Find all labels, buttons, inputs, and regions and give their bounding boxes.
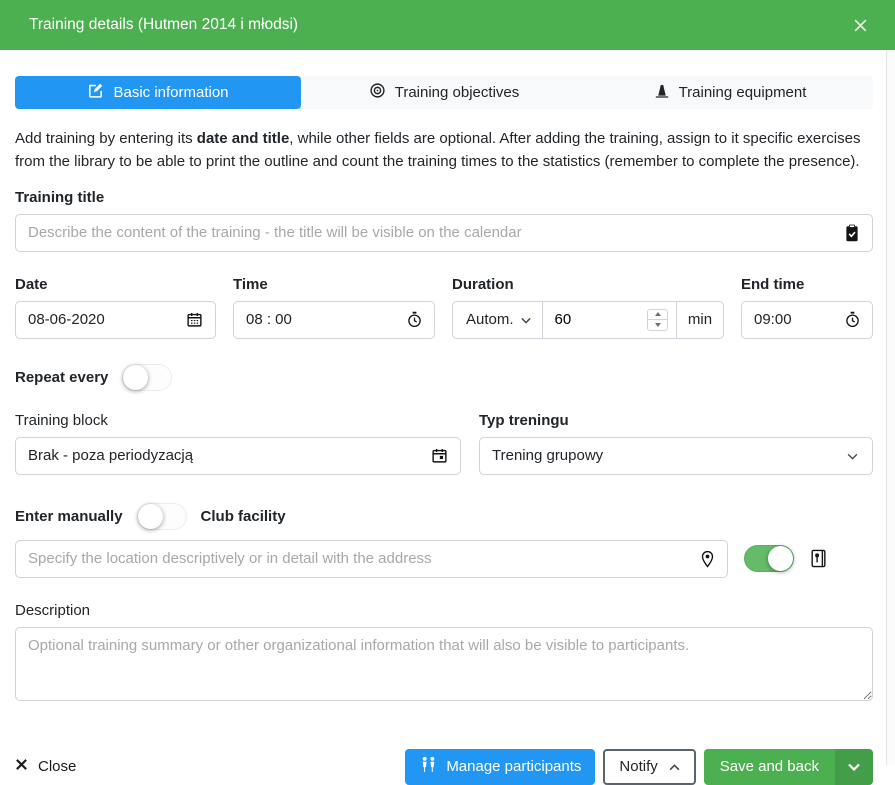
stepper-down-icon[interactable] <box>648 320 667 330</box>
save-and-back-button[interactable]: Save and back <box>704 749 835 785</box>
clock-icon[interactable] <box>407 311 434 328</box>
modal-title: Training details (Hutmen 2014 i młodsi) <box>29 16 298 34</box>
clock-icon[interactable] <box>845 311 872 328</box>
facility-map-icon[interactable] <box>810 549 827 568</box>
chevron-down-icon <box>847 447 858 464</box>
duration-label: Duration <box>452 276 724 293</box>
enter-manually-toggle[interactable] <box>137 503 187 530</box>
training-title-label: Training title <box>15 189 873 206</box>
time-input[interactable] <box>234 311 407 328</box>
repeat-row: Repeat every <box>15 364 873 391</box>
chevron-down-icon <box>521 311 531 328</box>
date-field <box>15 301 216 339</box>
notify-button[interactable]: Notify <box>603 749 695 785</box>
training-details-modal: Training details (Hutmen 2014 i młodsi) … <box>0 0 895 785</box>
chevron-down-icon <box>848 758 860 775</box>
training-type-select[interactable]: Trening grupowy <box>479 437 873 475</box>
modal-header: Training details (Hutmen 2014 i młodsi) <box>0 0 895 50</box>
training-block-input[interactable] <box>16 447 431 464</box>
clipboard-check-icon[interactable] <box>844 224 872 242</box>
training-title-field <box>15 214 873 252</box>
training-block-field[interactable] <box>15 437 461 475</box>
location-input[interactable] <box>16 550 700 567</box>
training-block-label: Training block <box>15 412 461 429</box>
location-mode-row: Enter manually Club facility <box>15 503 873 530</box>
modal-footer: Close Manage participants Notify Save an… <box>15 749 873 785</box>
target-icon <box>369 82 386 103</box>
calendar-icon[interactable] <box>186 311 215 328</box>
tab-label: Basic information <box>113 84 228 101</box>
people-icon <box>419 756 438 777</box>
save-options-button[interactable] <box>835 749 873 785</box>
save-split-button: Save and back <box>704 749 873 785</box>
enter-manually-label: Enter manually <box>15 508 123 525</box>
close-button[interactable]: Close <box>15 758 76 775</box>
tab-label: Training objectives <box>395 84 520 101</box>
stepper-up-icon[interactable] <box>648 310 667 321</box>
end-time-label: End time <box>741 276 873 293</box>
tab-training-equipment[interactable]: Training equipment <box>587 76 873 109</box>
location-field <box>15 540 728 578</box>
club-facility-label: Club facility <box>201 508 286 525</box>
manage-participants-button[interactable]: Manage participants <box>405 749 595 785</box>
time-label: Time <box>233 276 435 293</box>
end-time-field <box>741 301 873 339</box>
duration-field: Autom. min <box>452 301 724 339</box>
chevron-up-icon <box>669 758 680 775</box>
intro-text: Add training by entering its date and ti… <box>15 128 873 174</box>
scrollbar[interactable] <box>886 50 895 765</box>
duration-mode-select[interactable]: Autom. <box>453 302 543 338</box>
training-title-input[interactable] <box>16 224 844 241</box>
duration-unit: min <box>676 302 723 338</box>
club-facility-toggle[interactable] <box>744 545 794 572</box>
date-label: Date <box>15 276 216 293</box>
calendar-event-icon[interactable] <box>431 447 460 464</box>
time-field <box>233 301 435 339</box>
tab-label: Training equipment <box>679 84 807 101</box>
end-time-input[interactable] <box>742 311 845 328</box>
edit-icon <box>87 82 104 103</box>
tab-bar: Basic information Training objectives Tr… <box>15 76 873 109</box>
close-icon[interactable] <box>853 18 868 33</box>
tab-training-objectives[interactable]: Training objectives <box>301 76 587 109</box>
description-label: Description <box>15 602 873 619</box>
duration-number <box>543 302 676 338</box>
description-textarea[interactable] <box>15 627 873 701</box>
repeat-every-label: Repeat every <box>15 369 108 386</box>
date-input[interactable] <box>16 311 186 328</box>
map-pin-icon[interactable] <box>700 550 727 568</box>
close-x-icon <box>15 758 28 775</box>
training-type-label: Typ treningu <box>479 412 873 429</box>
cone-icon <box>654 83 670 103</box>
tab-basic-information[interactable]: Basic information <box>15 76 301 109</box>
number-stepper <box>647 309 668 331</box>
repeat-toggle[interactable] <box>122 364 172 391</box>
